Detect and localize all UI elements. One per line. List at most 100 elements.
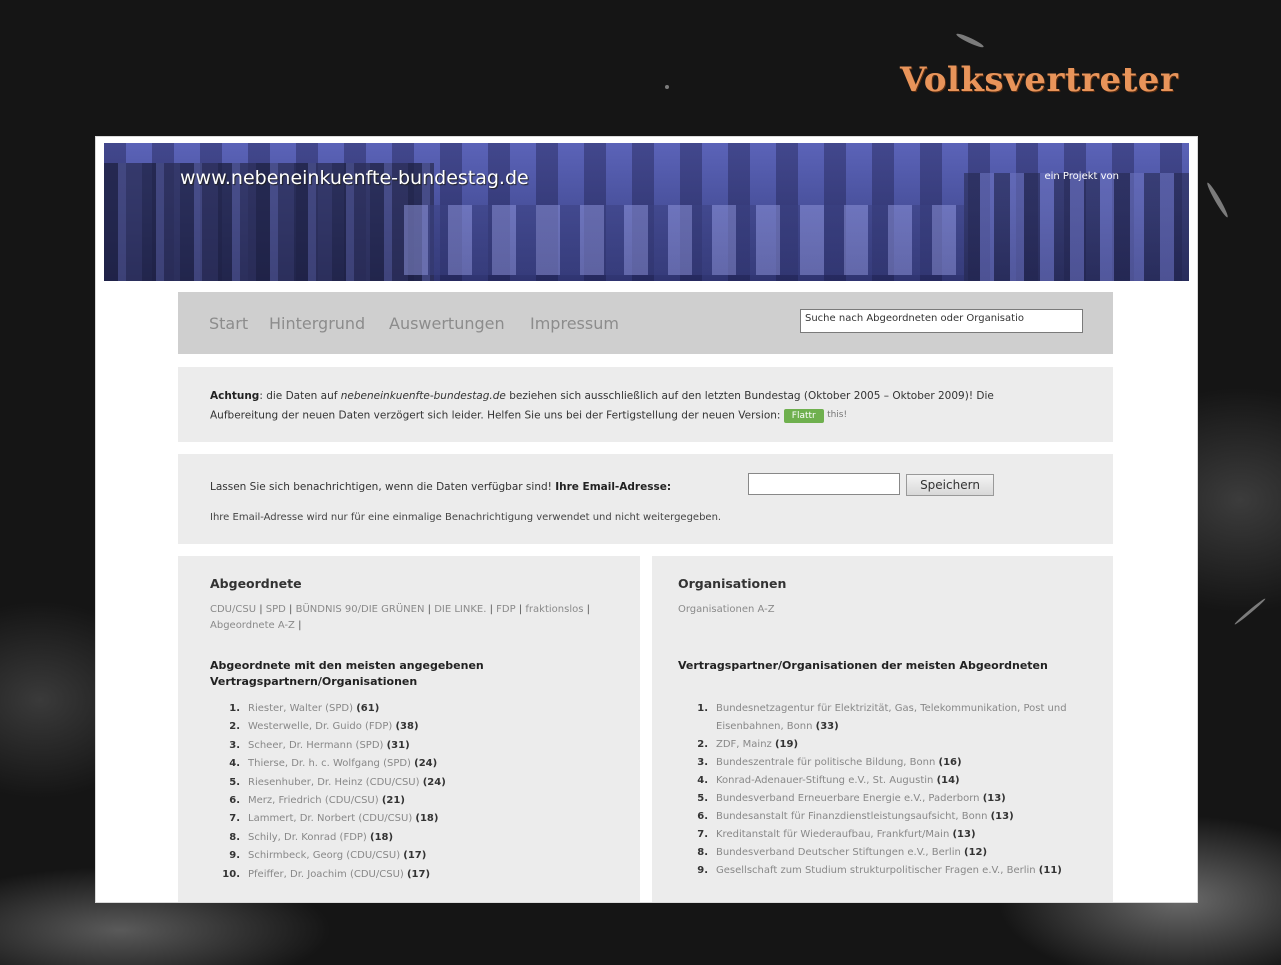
list-item-link[interactable]: Scheer, Dr. Hermann (SPD)	[248, 740, 383, 751]
party-links: CDU/CSU | SPD | BÜNDNIS 90/DIE GRÜNEN | …	[210, 604, 590, 631]
link-organisationen-az[interactable]: Organisationen A-Z	[678, 604, 775, 615]
list-item-number: 4.	[697, 775, 708, 786]
list-item-count: (19)	[774, 739, 799, 750]
list-item-count: (61)	[356, 703, 380, 714]
list-item-count: (33)	[815, 721, 839, 732]
list-item-body: Gesellschaft zum Studium strukturpolitis…	[716, 862, 1062, 880]
list-item-body: Bundeszentrale für politische Bildung, B…	[716, 754, 962, 772]
notice-box: Achtung: die Daten auf nebeneinkuenfte-b…	[178, 367, 1113, 442]
background-speck	[665, 85, 669, 89]
organisation-links: Organisationen A-Z	[678, 602, 1078, 618]
list-item-link[interactable]: Riesenhuber, Dr. Heinz (CDU/CSU)	[248, 777, 420, 788]
list-item-link[interactable]: Pfeiffer, Dr. Joachim (CDU/CSU)	[248, 869, 404, 880]
list-item-count: (17)	[403, 850, 427, 862]
notice-site: nebeneinkuenfte-bundestag.de	[340, 390, 506, 402]
list-item-link[interactable]: Lammert, Dr. Norbert (CDU/CSU)	[248, 813, 412, 824]
link-spd[interactable]: SPD	[266, 604, 286, 615]
list-item-count: (13)	[990, 811, 1014, 822]
list-item: 8. Bundesverband Deutscher Stiftungen e.V…	[678, 844, 1088, 862]
list-item-body: ZDF, Mainz (19)	[716, 736, 798, 754]
list-item: 7. Kreditanstalt für Wiederaufbau, Frankf…	[678, 826, 1088, 844]
list-item-body: Merz, Friedrich (CDU/CSU) (21)	[248, 792, 405, 810]
list-item: 4. Konrad-Adenauer-Stiftung e.V., St. Aug…	[678, 772, 1088, 790]
list-item-count: (11)	[1038, 865, 1062, 876]
list-item: 9. Gesellschaft zum Studium strukturpolit…	[678, 862, 1088, 880]
list-item: 6. Bundesanstalt für Finanzdienstleistung…	[678, 808, 1088, 826]
list-item: 8. Schily, Dr. Konrad (FDP) (18)	[210, 829, 620, 847]
list-item-link[interactable]: Schirmbeck, Georg (CDU/CSU)	[248, 850, 400, 861]
list-item-body: Lammert, Dr. Norbert (CDU/CSU) (18)	[248, 810, 438, 828]
link-fdp[interactable]: FDP	[496, 604, 515, 615]
list-item-link[interactable]: Thierse, Dr. h. c. Wolfgang (SPD)	[248, 758, 411, 769]
list-item: 2. ZDF, Mainz (19)	[678, 736, 1088, 754]
abgeordnete-subheading: Abgeordnete mit den meisten angegebenen …	[210, 659, 484, 688]
flattr-button[interactable]: Flattr	[783, 408, 824, 423]
list-item-count: (12)	[964, 847, 988, 858]
list-item-number: 1.	[229, 703, 240, 714]
list-item-number: 4.	[229, 758, 240, 770]
list-item-count: (38)	[395, 721, 419, 733]
list-item-link[interactable]: Riester, Walter (SPD)	[248, 703, 353, 714]
nav-hintergrund[interactable]: Hintergrund	[269, 314, 365, 333]
list-item-link[interactable]: ZDF, Mainz	[716, 739, 772, 750]
list-item-body: Scheer, Dr. Hermann (SPD) (31)	[248, 737, 410, 755]
list-item: 9. Schirmbeck, Georg (CDU/CSU) (17)	[210, 847, 620, 865]
list-item-link[interactable]: Schily, Dr. Konrad (FDP)	[248, 832, 367, 843]
list-item-number: 7.	[697, 829, 708, 840]
list-item-body: Riester, Walter (SPD) (61)	[248, 700, 379, 718]
banner-photo-seats	[404, 205, 964, 275]
list-item-number: 2.	[697, 739, 708, 750]
list-item-body: Schirmbeck, Georg (CDU/CSU) (17)	[248, 847, 426, 865]
list-item-link[interactable]: Bundesanstalt für Finanzdienstleistungsa…	[716, 811, 987, 822]
nav-impressum[interactable]: Impressum	[530, 314, 619, 333]
list-item-count: (13)	[982, 793, 1006, 804]
nav-auswertungen[interactable]: Auswertungen	[389, 314, 505, 333]
banner-photo-bench	[964, 173, 1189, 281]
list-item-body: Bundesanstalt für Finanzdienstleistungsa…	[716, 808, 1014, 826]
list-item-count: (24)	[414, 758, 438, 770]
list-item: 1. Riester, Walter (SPD) (61)	[210, 700, 620, 718]
link-gruene[interactable]: BÜNDNIS 90/DIE GRÜNEN	[296, 604, 425, 615]
notify-note: Ihre Email-Adresse wird nur für eine ein…	[210, 512, 722, 523]
list-item: 5. Riesenhuber, Dr. Heinz (CDU/CSU) (24)	[210, 774, 620, 792]
list-item-number: 8.	[229, 831, 240, 843]
background-speck	[1233, 597, 1267, 626]
list-item-link[interactable]: Kreditanstalt für Wiederaufbau, Frankfur…	[716, 829, 949, 840]
link-fraktionslos[interactable]: fraktionslos	[525, 604, 583, 615]
list-item: 1. Bundesnetzagentur für Elektrizität, Ga…	[678, 700, 1088, 736]
list-item-number: 9.	[697, 865, 708, 876]
nav-start[interactable]: Start	[209, 314, 248, 333]
list-item-link[interactable]: Bundesverband Erneuerbare Energie e.V., …	[716, 793, 980, 804]
list-item-number: 1.	[697, 703, 708, 714]
list-item: 2. Westerwelle, Dr. Guido (FDP) (38)	[210, 718, 620, 736]
list-item-link[interactable]: Merz, Friedrich (CDU/CSU)	[248, 795, 379, 806]
list-item-link[interactable]: Bundesverband Deutscher Stiftungen e.V.,…	[716, 847, 961, 858]
link-linke[interactable]: DIE LINKE.	[434, 604, 486, 615]
list-item-count: (21)	[381, 795, 405, 807]
list-item: 5. Bundesverband Erneuerbare Energie e.V.…	[678, 790, 1088, 808]
list-item-link[interactable]: Konrad-Adenauer-Stiftung e.V., St. Augus…	[716, 775, 933, 786]
list-item-count: (24)	[422, 776, 446, 788]
list-item-body: Bundesverband Erneuerbare Energie e.V., …	[716, 790, 1006, 808]
organisationen-subheading: Vertragspartner/Organisationen der meist…	[678, 659, 1048, 672]
link-abgeordnete-az[interactable]: Abgeordnete A-Z	[210, 620, 295, 631]
main-nav: Start Hintergrund Auswertungen Impressum…	[178, 292, 1113, 354]
list-item-link[interactable]: Bundeszentrale für politische Bildung, B…	[716, 757, 935, 768]
save-button[interactable]: Speichern	[906, 474, 994, 496]
list-item-number: 6.	[229, 795, 240, 807]
list-item: 4. Thierse, Dr. h. c. Wolfgang (SPD) (24)	[210, 755, 620, 773]
list-item-count: (16)	[938, 757, 962, 768]
link-cducsu[interactable]: CDU/CSU	[210, 604, 256, 615]
list-item-body: Kreditanstalt für Wiederaufbau, Frankfur…	[716, 826, 976, 844]
list-item-number: 6.	[697, 811, 708, 822]
list-item-link[interactable]: Gesellschaft zum Studium strukturpolitis…	[716, 865, 1036, 876]
list-item-number: 8.	[697, 847, 708, 858]
email-label: Ihre Email-Adresse:	[555, 481, 672, 493]
list-item-body: Riesenhuber, Dr. Heinz (CDU/CSU) (24)	[248, 774, 446, 792]
list-item: 3. Scheer, Dr. Hermann (SPD) (31)	[210, 737, 620, 755]
list-item-link[interactable]: Westerwelle, Dr. Guido (FDP)	[248, 721, 392, 732]
search-input[interactable]: Suche nach Abgeordneten oder Organisatio	[800, 309, 1083, 333]
email-input[interactable]	[748, 473, 900, 495]
project-credit: ein Projekt von	[1044, 171, 1119, 182]
list-item-link[interactable]: Bundesnetzagentur für Elektrizität, Gas,…	[716, 703, 1067, 732]
